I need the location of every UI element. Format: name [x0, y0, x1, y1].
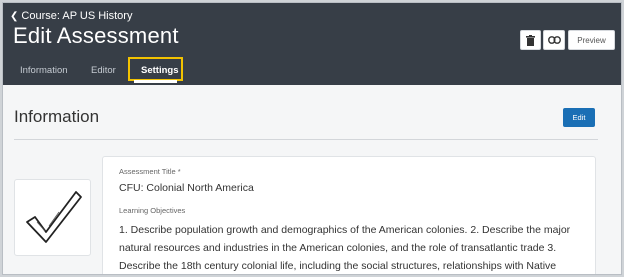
- tab-information[interactable]: Information: [20, 61, 68, 81]
- page-header: ❮ Course: AP US History Edit Assessment I…: [3, 3, 621, 85]
- assessment-thumbnail: [14, 179, 91, 256]
- app-window: ❮ Course: AP US History Edit Assessment I…: [2, 2, 622, 275]
- preview-button[interactable]: Preview: [568, 30, 615, 50]
- delete-button[interactable]: [520, 30, 541, 50]
- breadcrumb-label: Course: AP US History: [21, 10, 133, 22]
- section-title: Information: [14, 107, 100, 126]
- assessment-info-card: Assessment Title * CFU: Colonial North A…: [102, 156, 596, 274]
- active-tab-indicator: [134, 80, 177, 83]
- breadcrumb-back-link[interactable]: ❮ Course: AP US History: [10, 10, 132, 22]
- assessment-title-value: CFU: Colonial North America: [119, 182, 254, 194]
- chevron-left-icon: ❮: [10, 11, 19, 22]
- copy-link-button[interactable]: [543, 30, 565, 50]
- assessment-title-label: Assessment Title *: [119, 167, 181, 176]
- page-title: Edit Assessment: [13, 23, 179, 48]
- tab-editor[interactable]: Editor: [91, 61, 116, 81]
- tab-settings-highlight: [128, 57, 183, 81]
- edit-button[interactable]: Edit: [563, 108, 595, 127]
- learning-objectives-text: 1. Describe population growth and demogr…: [119, 224, 571, 272]
- trash-icon: [526, 34, 535, 46]
- link-icon: [547, 36, 561, 44]
- checkmark-icon: [26, 191, 82, 243]
- section-divider: [14, 139, 598, 140]
- learning-objectives-label: Learning Objectives: [119, 206, 186, 215]
